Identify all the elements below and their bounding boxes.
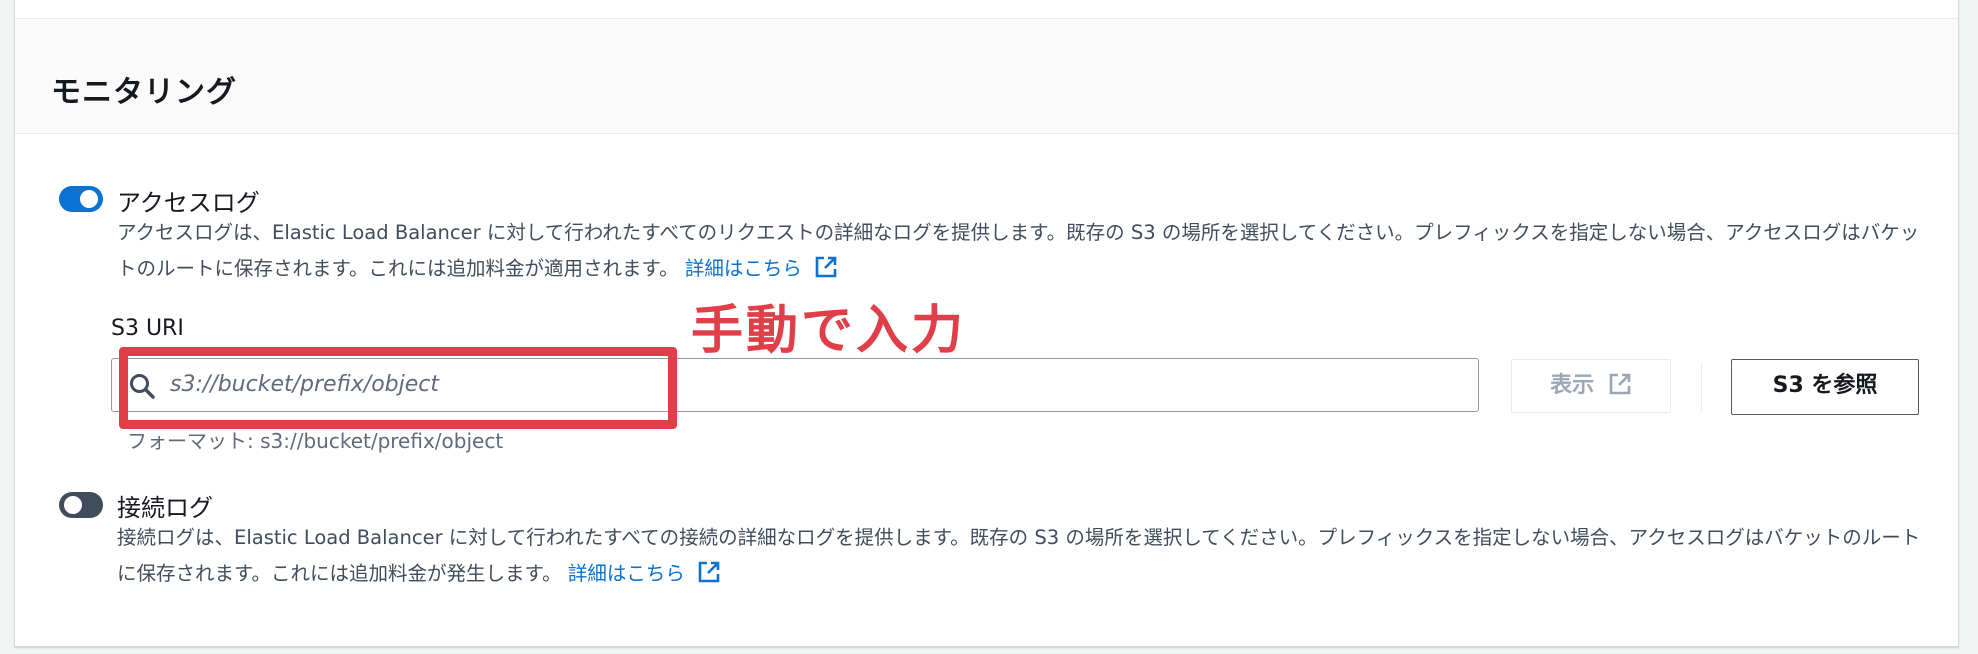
access-logs-description: アクセスログは、Elastic Load Balancer に対して行われたすべ… <box>117 215 1935 287</box>
browse-s3-button[interactable]: S3 を参照 <box>1731 359 1919 415</box>
connection-logs-description-text: 接続ログは、Elastic Load Balancer に対して行われたすべての… <box>117 526 1921 585</box>
access-logs-description-text: アクセスログは、Elastic Load Balancer に対して行われたすべ… <box>117 221 1920 280</box>
annotation-label: 手動で入力 <box>691 301 967 361</box>
access-logs-learn-more-link[interactable]: 詳細はこちら <box>684 256 838 280</box>
access-logs-label[interactable]: アクセスログ <box>117 183 260 218</box>
toggle-knob <box>64 496 82 514</box>
learn-more-label: 詳細はこちら <box>684 257 802 280</box>
previous-section-edge <box>15 0 1958 19</box>
toggle-knob <box>80 190 98 208</box>
view-button-label: 表示 <box>1550 373 1595 398</box>
view-button[interactable]: 表示 <box>1511 359 1671 413</box>
external-link-icon <box>1609 373 1631 395</box>
s3-uri-label: S3 URI <box>111 316 184 341</box>
button-divider <box>1701 362 1702 412</box>
connection-logs-label[interactable]: 接続ログ <box>117 488 213 523</box>
monitoring-panel: モニタリング アクセスログ アクセスログは、Elastic Load Balan… <box>14 0 1959 647</box>
external-link-icon <box>698 561 720 583</box>
external-link-icon <box>815 256 837 278</box>
panel-header: モニタリング <box>15 19 1958 134</box>
connection-logs-toggle[interactable] <box>59 492 103 518</box>
s3-uri-format-hint: フォーマット: s3://bucket/prefix/object <box>127 429 504 453</box>
annotation-highlight-box <box>119 347 677 429</box>
connection-logs-description: 接続ログは、Elastic Load Balancer に対して行われたすべての… <box>117 520 1935 592</box>
access-logs-toggle[interactable] <box>59 186 103 212</box>
section-title: モニタリング <box>51 75 237 110</box>
connection-logs-learn-more-link[interactable]: 詳細はこちら <box>567 561 721 585</box>
learn-more-label: 詳細はこちら <box>567 562 685 585</box>
